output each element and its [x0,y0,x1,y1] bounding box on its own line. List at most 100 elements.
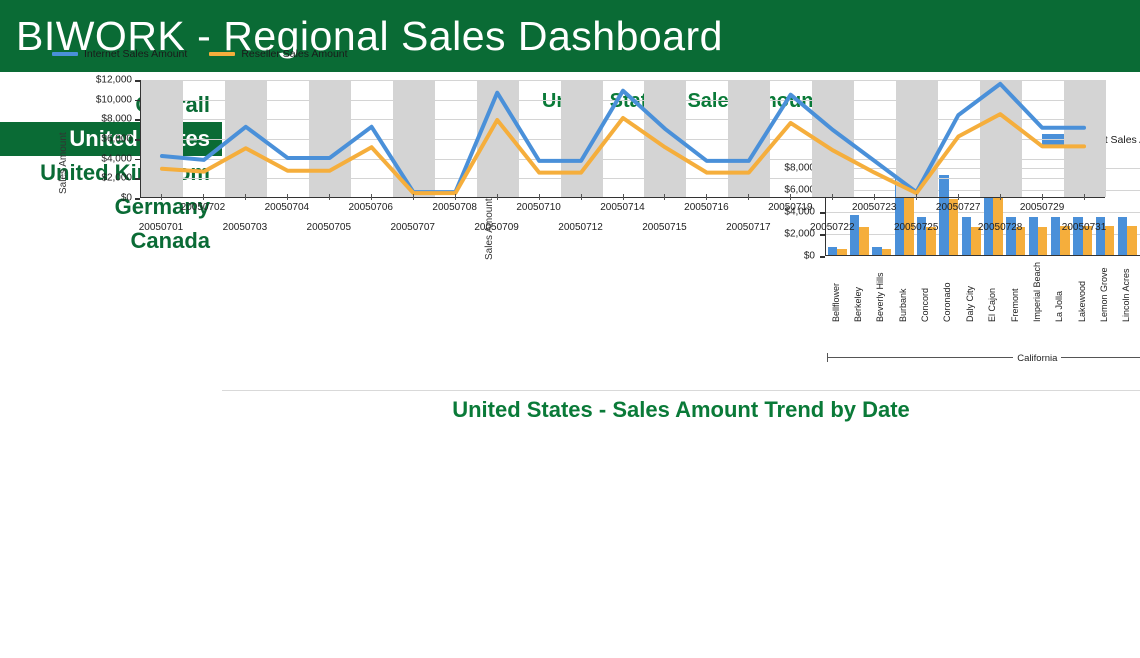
date-label: 20050728 [977,222,1023,233]
bar-reseller[interactable] [881,248,892,255]
bar-x-tick-label-cell: El Cajon [982,262,1004,322]
date-label: 20050710 [516,202,561,213]
date-label: 20050702 [180,202,226,213]
date-tick [664,194,666,200]
bar-x-tick-label-cell: Lemon Grove [1093,262,1115,323]
bar-y-tick-label: $0 [803,250,815,262]
date-label: 20050715 [642,222,687,233]
bar-x-tick-label-cell: Concord [914,262,936,322]
date-tick [454,194,456,200]
date-label: 20050716 [684,202,729,213]
bar-x-tick-label-cell: Burbank [892,262,914,323]
date-label: 20050705 [306,222,352,233]
bar-x-tick-label-cell: Imperial Beach [1026,262,1048,322]
bar-y-tick-mark [820,256,825,258]
bar-x-tick-label: Daly City [964,286,975,323]
line-chart-plot-area [140,80,1106,198]
state-group-brackets: CaliforniaOregonWashington [825,348,1140,368]
bar-x-tick-label-cell: Lincoln Acres [1116,262,1138,323]
line-internet[interactable] [162,84,1084,192]
date-tick [328,194,330,200]
date-label: 20050708 [432,202,477,213]
date-tick [1000,194,1002,200]
date-label: 20050714 [600,202,645,213]
date-tick [286,194,288,200]
date-tick [748,194,750,200]
date-tick [538,194,540,200]
date-tick [412,194,414,200]
date-label: 20050704 [264,202,310,213]
legend-swatch-reseller-line [209,52,236,56]
bar-x-tick-label-cell: Coronado [937,262,959,323]
date-label: 20050712 [558,222,603,233]
date-label: 20050719 [768,202,813,213]
date-label: 20050727 [935,202,981,213]
date-label: 20050717 [726,222,771,233]
date-tick [244,194,246,200]
bar-x-tick-label-cell: Fremont [1004,262,1026,323]
line-chart-legend: Internet Sales Amount Reseller Sales Amo… [52,48,348,60]
bar-x-tick-label-cell: Berkeley [847,262,869,322]
line-chart-panel: United States - Sales Amount Trend by Da… [222,397,1140,655]
bar-x-tick-label: Burbank [897,288,908,323]
date-label: 20050701 [138,222,184,233]
legend-label-reseller-line: Reseller Sales Amount [241,48,348,60]
bar-x-tick-label-cell: La Jolla [1049,262,1071,322]
date-tick [958,194,960,200]
line-y-tick-mark [135,178,140,180]
line-y-tick-label: $12,000 [95,74,132,86]
line-y-tick-label: $6,000 [101,133,132,145]
line-y-tick-label: $0 [120,192,132,204]
bar-internet[interactable] [827,247,838,255]
date-tick [622,194,624,200]
line-reseller[interactable] [162,114,1084,193]
bar-x-tick-label: Coronado [942,282,953,323]
date-tick [706,194,708,200]
date-label: 20050709 [474,222,519,233]
date-label: 20050731 [1061,222,1107,233]
date-label: 20050703 [222,222,268,233]
state-group-label: California [1013,352,1062,364]
legend-swatch-internet-line [52,52,78,56]
line-y-tick-label: $4,000 [101,153,132,165]
legend-entry-internet-line: Internet Sales Amount [52,48,187,60]
date-label: 20050707 [390,222,435,233]
state-group: California [825,348,1140,368]
bar-x-tick-labels: Bellflower Berkeley Beverly Hills Burbank Co… [825,262,1140,322]
bar-reseller[interactable] [837,248,847,255]
line-chart-title: United States - Sales Amount Trend by Da… [452,397,910,422]
legend-label-internet-line: Internet Sales Amount [84,48,188,60]
line-plot [140,80,1106,198]
bar-x-tick-label-cell: Beverly Hills [870,262,892,323]
bar-reseller[interactable] [1127,226,1137,255]
bar-group[interactable] [1116,168,1138,255]
date-tick [1042,194,1044,200]
bar-x-tick-label: Berkeley [853,287,864,323]
date-tick [790,194,792,200]
legend-entry-reseller-line: Reseller Sales Amount [209,48,348,60]
line-y-tick-label: $2,000 [101,172,132,184]
bar-x-tick-label-cell: Daly City [959,262,981,322]
bar-x-tick-label: Imperial Beach [1031,262,1042,323]
date-tick [916,194,918,200]
bar-internet[interactable] [1118,216,1128,255]
bar-x-tick-label: Concord [920,288,931,323]
bar-x-tick-label: Bellflower [830,283,841,323]
line-y-tick-mark [135,139,140,141]
line-series-svg [141,80,1105,197]
bar-x-tick-label: Lemon Grove [1098,267,1109,323]
date-label: 20050722 [810,222,855,233]
date-tick [580,194,582,200]
date-label: 20050723 [851,202,897,213]
section-divider [222,390,1140,391]
line-y-tick-label: $8,000 [101,113,132,125]
bar-x-tick-label: Lakewood [1076,280,1087,323]
bar-x-tick-label: Beverly Hills [875,272,886,323]
bar-x-tick-label: Lincoln Acres [1121,268,1132,323]
bar-internet[interactable] [872,247,882,255]
line-y-tick-label: $10,000 [95,94,132,106]
line-x-tick-labels: 20050701 20050702 20050703 20050704 20050705… [138,194,1107,246]
date-label: 20050706 [348,202,394,213]
line-y-tick-mark [135,158,140,161]
line-y-tick-mark [135,80,140,82]
